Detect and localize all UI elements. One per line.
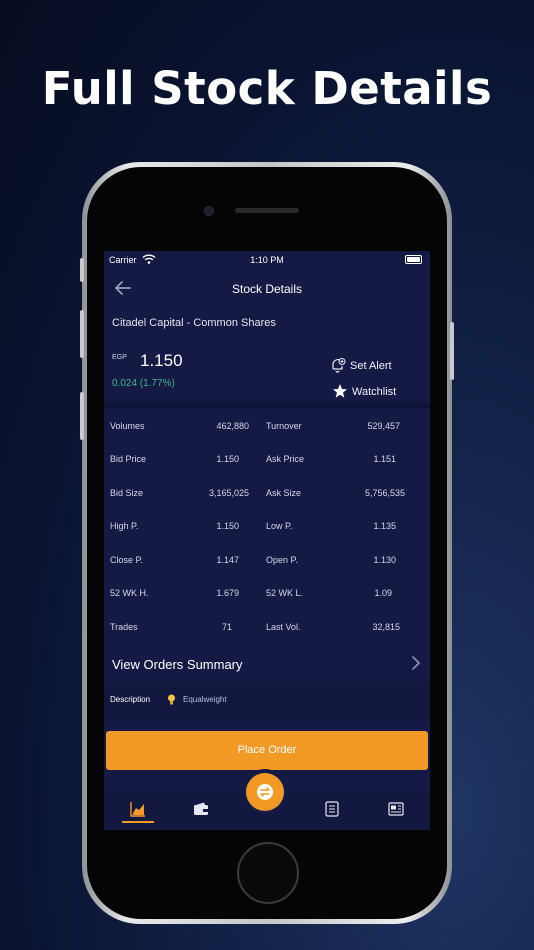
view-orders-summary-label: View Orders Summary [112,657,243,672]
detail-label: Last Vol. [266,622,301,632]
details-row: High P. 1.150 Low P. 1.135 [104,521,430,539]
detail-label: Ask Price [266,454,305,464]
details-row: Close P. 1.147 Open P. 1.130 [104,555,430,573]
detail-value: 1.679 [216,588,239,598]
tab-news[interactable] [376,797,416,823]
stock-price: 1.150 [140,351,183,370]
price-change: 0.024 (1.77%) [112,378,175,389]
news-icon [388,802,404,816]
currency-label: EGP [112,354,127,361]
detail-label: Ask Size [266,488,302,498]
detail-value: 1.150 [216,454,239,464]
stock-name: Citadel Capital - Common Shares [112,317,276,329]
description-row: Description Equalweight [104,683,430,719]
description-value: Equalweight [183,695,227,704]
list-icon [325,801,339,817]
trade-icon [257,784,273,800]
detail-label: Volumes [110,421,145,431]
watchlist-label: Watchlist [352,386,397,398]
mute-switch [80,258,84,282]
detail-value: 462,880 [216,421,249,431]
detail-label: Close P. [110,555,143,565]
view-orders-summary-row[interactable]: View Orders Summary [104,647,430,683]
detail-value: 1.09 [374,588,392,598]
page-title: Stock Details [231,282,303,296]
chart-icon [130,802,145,817]
detail-value: 3,165,025 [208,488,249,498]
headline: Full Stock Details [41,62,493,115]
detail-value: 5,756,535 [364,488,405,498]
star-icon [333,384,347,398]
details-row: Bid Price 1.150 Ask Price 1.151 [104,454,430,472]
detail-value: 1.150 [216,521,239,531]
detail-label: Open P. [266,555,298,565]
volume-up-button [80,310,84,358]
place-order-button[interactable]: Place Order [106,731,428,770]
detail-label: 52 WK L. [266,588,304,598]
earpiece-speaker [235,208,299,213]
detail-label: High P. [110,521,139,531]
tab-list[interactable] [312,797,352,823]
wallet-icon [194,802,208,815]
tab-wallet[interactable] [181,797,221,823]
detail-value: 71 [221,622,232,632]
chevron-right-icon [412,656,420,670]
section-divider [104,403,430,408]
nav-bar: Stock Details [104,273,430,303]
bell-plus-icon [332,358,346,373]
detail-label: Bid Size [110,488,144,498]
status-bar: Carrier 1:10 PM [104,251,430,269]
trade-fab-button[interactable] [246,773,284,811]
detail-label: 52 WK H. [110,588,149,598]
status-time: 1:10 PM [250,255,284,265]
details-row: Trades 71 Last Vol. 32,815 [104,622,430,640]
set-alert-label: Set Alert [350,360,392,372]
detail-value: 1.135 [373,521,396,531]
description-label: Description [110,695,151,704]
power-button [450,322,454,380]
details-row: Volumes 462,880 Turnover 529,457 [104,421,430,439]
detail-value: 1.151 [373,454,396,464]
details-row: Bid Size 3,165,025 Ask Size 5,756,535 [104,488,430,506]
detail-value: 1.130 [373,555,396,565]
detail-label: Trades [110,622,138,632]
detail-value: 1.147 [216,555,239,565]
active-tab-indicator [122,821,154,823]
detail-value: 32,815 [372,622,400,632]
app-screen: Carrier 1:10 PM Stock Details Citadel Ca… [104,251,430,830]
front-camera [204,206,214,216]
battery-icon [405,255,422,264]
lightbulb-icon [168,694,175,705]
detail-value: 529,457 [367,421,400,431]
detail-label: Turnover [266,421,302,431]
home-button [237,842,299,904]
detail-label: Bid Price [110,454,147,464]
detail-label: Low P. [266,521,293,531]
tab-chart[interactable] [118,797,158,823]
details-row: 52 WK H. 1.679 52 WK L. 1.09 [104,588,430,606]
volume-down-button [80,392,84,440]
